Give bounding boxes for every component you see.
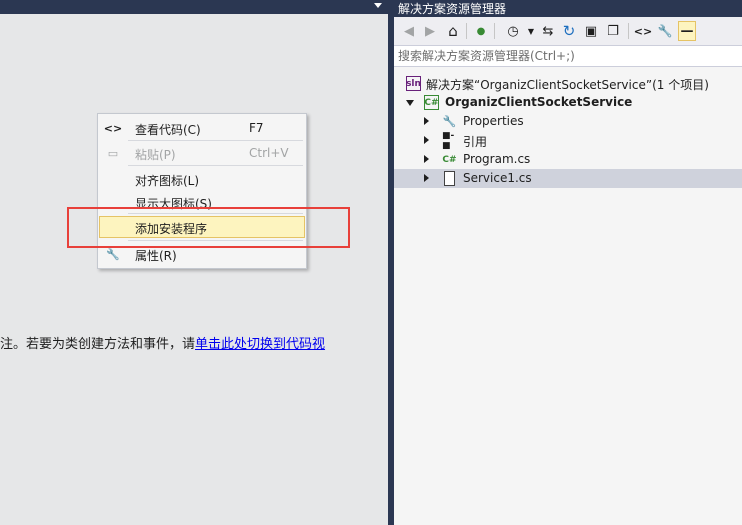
menu-item-label: 粘贴(P)	[135, 148, 176, 162]
code-brackets-icon: <>	[103, 121, 123, 135]
menu-separator	[128, 140, 303, 141]
menu-item-paste[interactable]: ▭ 粘贴(P) Ctrl+V	[99, 142, 305, 164]
collapse-all-icon[interactable]: ▣	[582, 21, 600, 41]
tree-item-properties[interactable]: 🔧 Properties	[394, 112, 742, 131]
tree-item-program-cs[interactable]: C# Program.cs	[394, 150, 742, 169]
solution-icon: sln	[406, 76, 421, 91]
tree-item-references[interactable]: ■-■ 引用	[394, 130, 742, 151]
solution-explorer: 解决方案资源管理器 ◀ ▶ ⌂ ● ◷ ▼ ⇆ ↻ ▣ ❐ <> 🔧 — sln…	[394, 0, 742, 525]
collapsed-arrow-icon[interactable]	[424, 155, 429, 163]
collapsed-arrow-icon[interactable]	[424, 117, 429, 125]
component-file-icon	[444, 171, 455, 186]
paste-icon: ▭	[107, 146, 119, 160]
tree-item-label: OrganizClientSocketService	[445, 95, 633, 109]
designer-header	[0, 0, 388, 14]
tree-item-label: 解决方案“OrganizClientSocketService”(1 个项目)	[426, 78, 709, 92]
solution-explorer-toolbar: ◀ ▶ ⌂ ● ◷ ▼ ⇆ ↻ ▣ ❐ <> 🔧 —	[394, 17, 742, 45]
menu-item-shortcut: F7	[249, 121, 264, 135]
pin-icon[interactable]: —	[678, 21, 696, 41]
switch-to-code-view-link[interactable]: 单击此处切换到代码视	[195, 337, 325, 352]
forward-icon[interactable]: ▶	[421, 21, 439, 41]
history-icon[interactable]: ◷	[504, 21, 522, 41]
collapsed-arrow-icon[interactable]	[424, 174, 429, 182]
back-icon[interactable]: ◀	[400, 21, 418, 41]
menu-item-label: 查看代码(C)	[135, 123, 201, 137]
solution-explorer-title-bar[interactable]: 解决方案资源管理器	[394, 0, 742, 17]
solution-search-box	[394, 45, 742, 67]
references-icon: ■-■	[442, 130, 455, 151]
tree-item-label: Service1.cs	[463, 171, 532, 185]
collapsed-arrow-icon[interactable]	[424, 136, 429, 144]
pending-changes-icon[interactable]: ●	[472, 21, 490, 41]
view-code-icon[interactable]: <>	[634, 21, 652, 41]
menu-item-label: 对齐图标(L)	[135, 174, 200, 188]
menu-item-view-code[interactable]: <> 查看代码(C) F7	[99, 117, 305, 139]
csharp-file-icon: C#	[442, 154, 457, 165]
wrench-icon: 🔧	[106, 247, 120, 261]
properties-icon[interactable]: 🔧	[656, 21, 674, 41]
designer-hint: 注。若要为类创建方法和事件，请单击此处切换到代码视	[0, 333, 325, 352]
copy-icon[interactable]: ❐	[604, 21, 622, 41]
menu-item-label: 属性(R)	[135, 249, 177, 263]
panel-title: 解决方案资源管理器	[398, 2, 507, 16]
tree-item-service1-cs[interactable]: Service1.cs	[394, 169, 742, 188]
tree-item-project[interactable]: C# OrganizClientSocketService	[394, 93, 742, 112]
expanded-arrow-icon[interactable]	[406, 100, 414, 106]
tree-item-label: Program.cs	[463, 152, 531, 166]
toolbar-separator	[466, 23, 467, 39]
tree-item-label: 引用	[463, 135, 488, 149]
menu-item-shortcut: Ctrl+V	[249, 146, 289, 160]
wrench-icon: 🔧	[442, 115, 457, 128]
toolbar-separator	[628, 23, 629, 39]
toolbar-separator	[494, 23, 495, 39]
refresh-icon[interactable]: ↻	[560, 21, 578, 41]
solution-search-input[interactable]	[398, 48, 728, 64]
menu-item-align-icons[interactable]: 对齐图标(L)	[99, 168, 305, 190]
menu-separator	[128, 165, 303, 166]
dropdown-arrow-icon[interactable]	[374, 3, 382, 8]
tree-item-solution[interactable]: sln 解决方案“OrganizClientSocketService”(1 个…	[394, 74, 742, 93]
chevron-down-icon[interactable]: ▼	[522, 21, 540, 41]
designer-hint-text: 注。若要为类创建方法和事件，请	[0, 337, 196, 352]
home-icon[interactable]: ⌂	[444, 21, 462, 41]
tree-item-label: Properties	[463, 114, 524, 128]
sync-icon[interactable]: ⇆	[539, 21, 557, 41]
csharp-project-icon: C#	[424, 95, 439, 110]
annotation-highlight-box	[67, 207, 350, 248]
